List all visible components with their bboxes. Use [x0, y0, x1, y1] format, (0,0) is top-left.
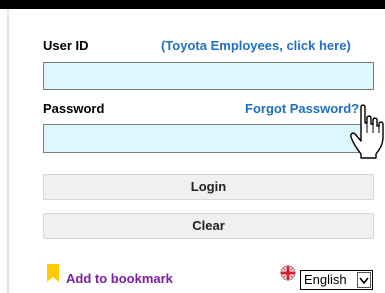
clear-button[interactable]: Clear [43, 213, 374, 239]
uk-flag-icon [280, 265, 296, 281]
user-id-label: User ID [43, 38, 89, 53]
password-input[interactable] [43, 124, 374, 153]
chevron-down-icon[interactable] [357, 272, 371, 288]
top-bar [0, 0, 385, 9]
add-to-bookmark-link[interactable]: Add to bookmark [66, 271, 173, 287]
language-selected-value: English [304, 272, 347, 287]
user-id-input[interactable] [43, 62, 374, 90]
language-select[interactable]: English [300, 270, 373, 290]
forgot-password-link[interactable]: Forgot Password? [245, 101, 359, 117]
login-button[interactable]: Login [43, 174, 374, 200]
password-label: Password [43, 101, 105, 116]
left-divider [7, 9, 9, 293]
bookmark-ribbon-icon [47, 264, 59, 282]
toyota-employees-link[interactable]: (Toyota Employees, click here) [161, 38, 351, 54]
